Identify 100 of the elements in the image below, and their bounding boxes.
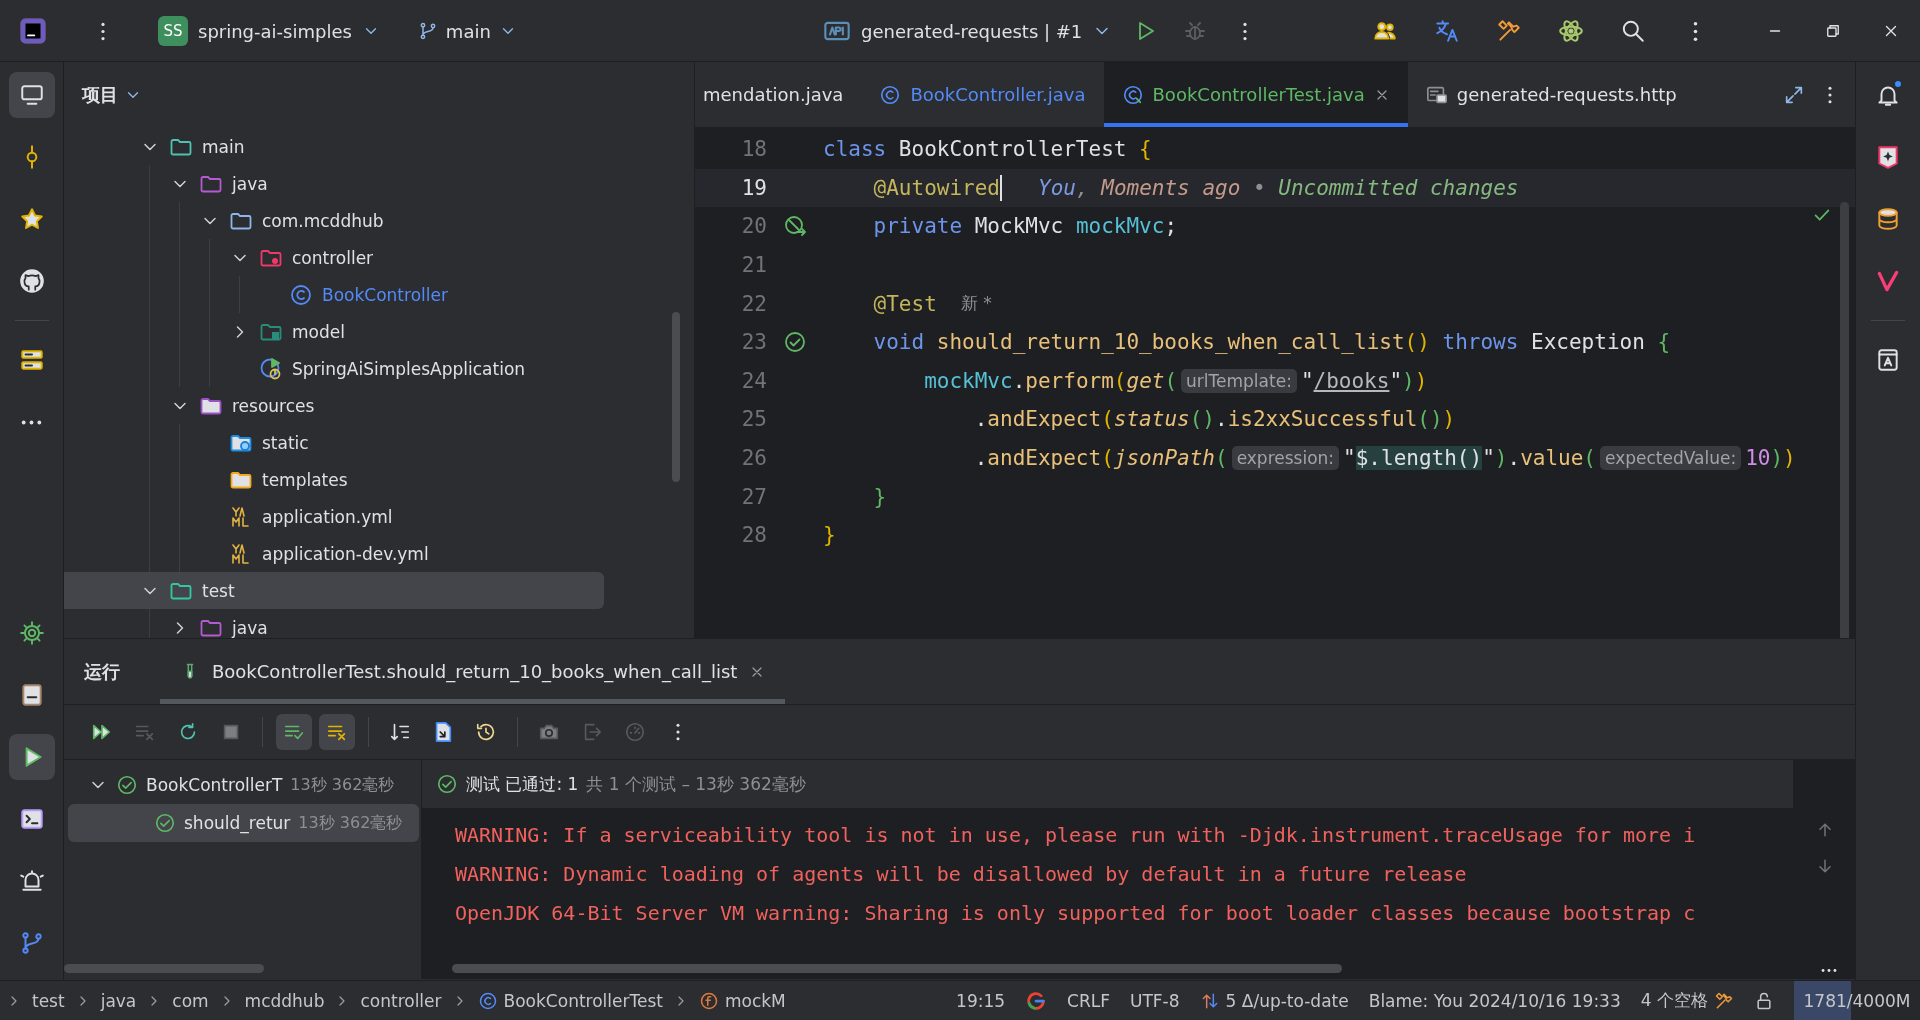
hammer-icon[interactable] [1496,18,1522,44]
branch-name: main [445,20,491,42]
console-line: WARNING: Dynamic loading of agents will be disallowed by default in a future release [455,861,1467,888]
cursor-position[interactable]: 19:15 [956,990,1006,1011]
tree-item-label: application-dev.yml [262,543,429,564]
restore-icon[interactable] [1824,22,1842,40]
editor-tab[interactable]: mendation.java [699,62,862,127]
tree-row[interactable]: BookController [64,276,604,313]
line-number: 18 [740,137,767,162]
line-number: 22 [740,291,767,316]
code-line: class BookControllerTest { [823,137,1152,162]
tree-row[interactable]: templates [64,461,604,498]
test-summary: 共 1 个测试 – 13秒 362毫秒 [586,772,806,796]
tree-row[interactable]: SpringAiSimplesApplication [64,350,604,387]
code-line: } [873,484,887,509]
tree-row[interactable]: resources [64,387,604,424]
reader-icon [1875,347,1901,373]
test-name: BookControllerT [146,775,283,795]
atom-icon[interactable] [1558,18,1584,44]
line-separator[interactable]: CRLF [1067,990,1110,1011]
scrollbar-track[interactable] [1840,202,1849,638]
class-icon [477,990,498,1011]
scrollbar-thumb[interactable] [452,964,1342,973]
line-number: 20 [740,214,767,239]
breadcrumb[interactable]: mcddhub [244,990,325,1011]
breadcrumb[interactable]: BookControllerTest [477,990,663,1011]
tree-item-label: main [202,136,245,157]
tree-item-label: controller [292,247,374,268]
class-icon [879,83,902,106]
tree-item-label: java [232,617,268,638]
breadcrumb[interactable]: java [100,990,137,1011]
branch-selector[interactable]: main [409,14,525,48]
tree-row[interactable]: controller [64,239,604,276]
kebab-icon [675,723,681,741]
search-icon[interactable] [1620,18,1646,44]
test-name: should_retur [184,813,291,833]
run-tab[interactable]: BookControllerTest.should_return_10_books_when_call_list [160,639,786,704]
breadcrumb[interactable]: com [172,990,209,1011]
kebab-icon[interactable] [1691,20,1699,42]
tree-row[interactable]: application-dev.yml [64,535,604,572]
project-name: spring-ai-simples [198,20,352,42]
editor-tab[interactable]: BookControllerTest.java [1103,62,1408,127]
console-line: OpenJDK 64-Bit Server VM warning: Sharing is only supported for boot loader classes because bootstrap c [455,900,1696,927]
tree-row[interactable]: com.mcddhub [64,202,604,239]
tree-item-label: application.yml [262,506,393,527]
toolbar-button[interactable] [319,714,355,750]
tree-row[interactable]: main [64,128,604,165]
sort-icon [389,721,411,743]
test-row[interactable]: BookControllerT 13秒 362毫秒 [68,766,419,804]
editor-tab[interactable]: BookController.java [861,62,1104,127]
tool-window-button[interactable] [8,72,55,118]
code-line: .andExpect(status().is2xxSuccessful()) [974,407,1456,432]
project-badge: SS [158,16,188,46]
history-icon [475,721,497,743]
kebab-icon[interactable] [1827,85,1833,104]
code-line: mockMvc.perform(get( urlTemplate: "/books")) [924,368,1428,393]
code-line: @Autowired You, Moments ago • Uncommitted changes [873,174,1519,201]
tree-row[interactable]: static [64,424,604,461]
google-icon[interactable] [1025,989,1048,1012]
tree-row[interactable]: java [64,165,604,202]
tree-row[interactable]: java [64,609,604,638]
code-line: @Test 新 * [873,291,992,316]
kebab-icon[interactable] [100,21,106,41]
tree-row[interactable]: model [64,313,604,350]
vcs-status[interactable]: 5 Δ/up-to-date [1199,990,1349,1011]
file-encoding[interactable]: UTF-8 [1130,990,1180,1011]
translate-icon[interactable] [1434,18,1460,44]
breadcrumb[interactable]: test [32,990,65,1011]
database-icon [1875,206,1901,232]
blame-info[interactable]: Blame: You 2024/10/16 19:33 [1368,990,1621,1011]
line-number: 28 [740,523,767,548]
run-configuration-selector[interactable]: generated-requests | #1 [815,11,1121,51]
test-duration: 13秒 362毫秒 [298,812,403,834]
monitor-icon [18,82,45,108]
kebab-icon[interactable] [1242,21,1249,41]
indent-setting[interactable]: 4 个空格 [1640,989,1734,1012]
scrollbar-thumb[interactable] [672,312,680,482]
tree-item-label: com.mcddhub [262,210,384,231]
line-number: 21 [740,253,767,278]
more-icon[interactable] [1821,968,1837,973]
tree-row[interactable]: application.yml [64,498,604,535]
memory-indicator[interactable]: 1781/4000M [1794,981,1920,1020]
test-status: 测试 已通过: 1 [466,772,579,796]
run-configuration-name: generated-requests | #1 [861,20,1083,42]
tree-row[interactable]: test [64,572,604,609]
v-logo-icon [1875,268,1901,294]
breadcrumb[interactable]: controller [360,990,442,1011]
lock-icon[interactable] [1754,990,1774,1011]
tree-item-label: BookController [322,284,448,305]
tool-window-button[interactable] [8,734,55,780]
test-passed-icon[interactable] [783,330,807,355]
breadcrumb[interactable]: mockM [698,990,786,1011]
line-number: 25 [740,407,767,432]
toolbar-button[interactable] [276,714,312,750]
test-row[interactable]: should_retur 13秒 362毫秒 [68,804,419,842]
editor-tab[interactable]: generated-requests.http [1407,62,1695,127]
class-icon [289,282,313,307]
more-icon [21,418,42,426]
project-selector[interactable]: SS spring-ai-simples [150,10,388,52]
scrollbar-thumb[interactable] [64,964,264,973]
